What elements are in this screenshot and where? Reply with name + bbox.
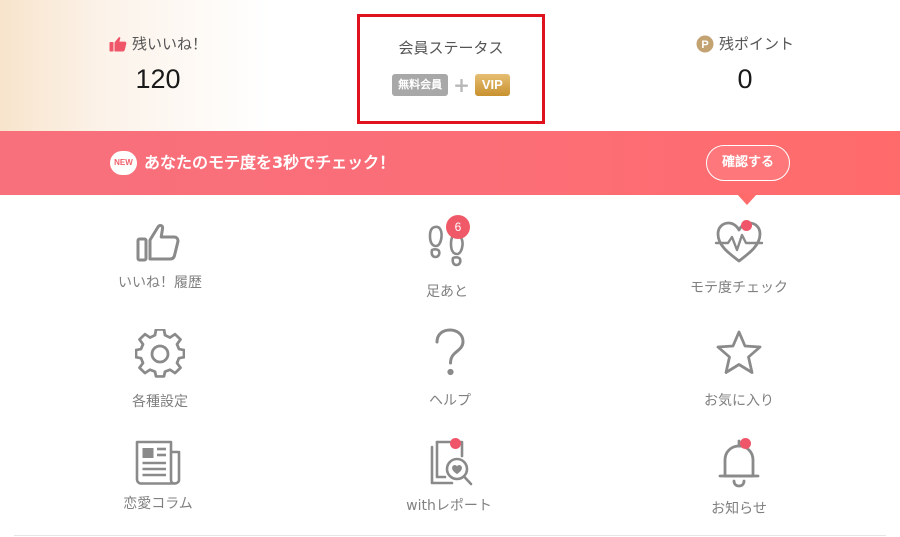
svg-text:P: P <box>701 39 708 51</box>
banner-pointer <box>737 194 757 205</box>
menu-footprints[interactable]: 6 足あと <box>347 215 547 305</box>
remaining-likes: 残いいね！ 120 <box>60 0 256 131</box>
notices-notification-dot <box>740 438 751 449</box>
membership-status-label: 会員ステータス <box>398 39 504 57</box>
remaining-points-value: 0 <box>737 64 753 94</box>
vip-badge: VIP <box>474 74 510 96</box>
menu-with-report-label: withレポート <box>406 498 492 514</box>
menu-notices[interactable]: お知らせ <box>639 435 839 525</box>
menu-settings[interactable]: 各種設定 <box>60 325 260 415</box>
confirm-button[interactable]: 確認する <box>706 145 790 181</box>
plus-sign: + <box>453 73 470 97</box>
membership-status[interactable]: 会員ステータス 無料会員 + VIP <box>357 14 545 124</box>
menu-notices-label: お知らせ <box>711 501 767 517</box>
menu-with-report[interactable]: withレポート <box>349 435 549 525</box>
heart-pulse-icon <box>714 217 764 267</box>
remaining-likes-value: 120 <box>135 64 181 94</box>
menu-help[interactable]: ヘルプ <box>350 325 550 415</box>
menu-love-column-label: 恋愛コラム <box>123 496 193 512</box>
free-member-badge: 無料会員 <box>392 74 449 96</box>
menu-mote-check[interactable]: モテ度チェック <box>639 215 839 300</box>
footprints-count-badge: 6 <box>446 215 470 239</box>
menu-help-label: ヘルプ <box>429 393 471 409</box>
bell-icon <box>714 438 764 488</box>
star-icon <box>714 328 764 378</box>
menu-love-column[interactable]: 恋愛コラム <box>58 435 258 520</box>
gear-icon <box>135 329 185 379</box>
banner-text: あなたのモテ度を3秒でチェック！ <box>144 153 396 172</box>
bottom-divider <box>14 535 886 536</box>
thumbs-up-icon <box>135 218 185 268</box>
menu-footprints-label: 足あと <box>426 284 468 300</box>
menu-mote-check-label: モテ度チェック <box>690 280 788 296</box>
new-badge: NEW <box>110 151 137 175</box>
remaining-likes-label: 残いいね！ <box>131 35 207 53</box>
question-icon <box>425 327 475 377</box>
thumbs-up-icon <box>109 36 127 52</box>
newspaper-icon <box>133 438 183 488</box>
report-notification-dot <box>450 438 461 449</box>
menu-favorites[interactable]: お気に入り <box>639 325 839 415</box>
menu-like-history-label: いいね！履歴 <box>118 275 202 291</box>
points-coin-icon: P <box>696 35 714 53</box>
mote-check-notification-dot <box>741 220 752 231</box>
report-search-icon <box>424 439 474 489</box>
menu-settings-label: 各種設定 <box>132 394 188 410</box>
menu-like-history[interactable]: いいね！履歴 <box>60 215 260 295</box>
menu-favorites-label: お気に入り <box>704 393 774 409</box>
remaining-points: P 残ポイント 0 <box>645 0 845 131</box>
remaining-points-label: 残ポイント <box>718 35 794 53</box>
